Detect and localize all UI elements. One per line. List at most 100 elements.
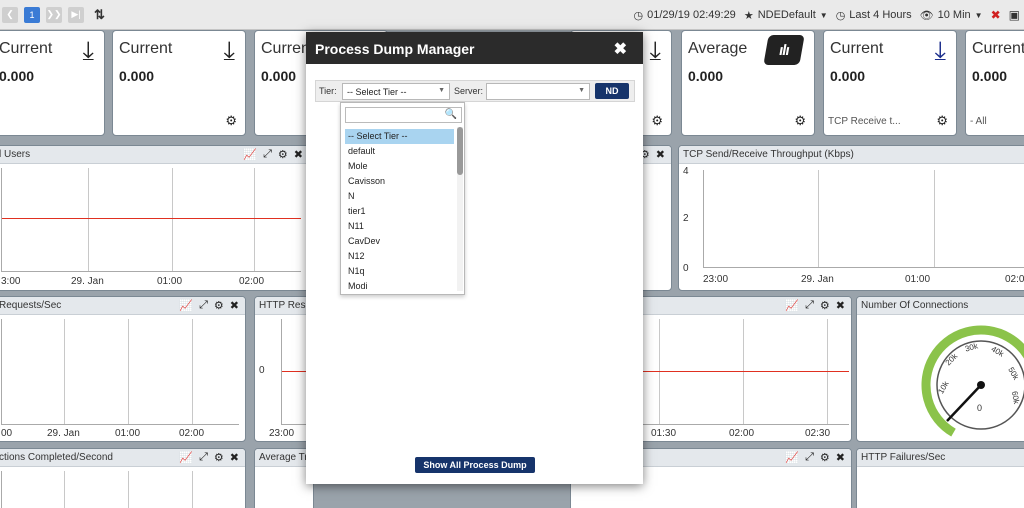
gear-icon[interactable]: ⚙ [214, 299, 224, 312]
x-tick: 29. Jan [47, 428, 80, 439]
nd-button[interactable]: ND [595, 83, 629, 99]
top-toolbar: ❮ 1 ❯❯ ▶| ⇅ ◷ 01/29/19 02:49:29 ★ NDEDefau… [0, 0, 1024, 30]
toolbar-left: ❮ 1 ❯❯ ▶| ⇅ [0, 6, 105, 23]
duration-selector[interactable]: ◷ Last 4 Hours [836, 9, 912, 22]
metric-subtitle: TCP Receive t... [828, 116, 901, 127]
chart-icon[interactable]: 📈 [243, 148, 257, 161]
tier-dropdown: 🔍 -- Select Tier -- default Mole Cavisso… [340, 102, 465, 295]
http-response-widget: HTTP Respo 0 23:00 [254, 296, 314, 442]
expand-icon[interactable]: ⤢ [199, 451, 208, 464]
tier-option[interactable]: CavDev [345, 234, 454, 249]
y-tick: 4 [683, 166, 689, 177]
tier-select[interactable]: -- Select Tier -- ▼ [342, 83, 450, 100]
tier-option[interactable]: N [345, 189, 454, 204]
metric-label: Current [119, 40, 173, 57]
process-dump-dialog: Process Dump Manager ✖ Tier: -- Select T… [306, 32, 643, 484]
scrollbar-thumb[interactable] [457, 127, 463, 175]
dropdown-scrollbar[interactable] [457, 127, 463, 291]
tier-option[interactable]: N11 [345, 219, 454, 234]
expand-icon[interactable]: ⤢ [199, 299, 208, 312]
chart-icon[interactable]: 📈 [785, 299, 799, 312]
tier-select-value: -- Select Tier -- [347, 87, 407, 97]
tier-option[interactable]: N12 [345, 249, 454, 264]
close-icon[interactable]: ✖ [230, 299, 239, 312]
close-icon[interactable]: ✖ [836, 451, 845, 464]
layout-icon[interactable]: ▣ [1009, 8, 1020, 22]
sort-icon[interactable]: ⇅ [94, 7, 105, 23]
metric-value: 0.000 [119, 68, 155, 84]
close-icon[interactable]: ✖ [836, 299, 845, 312]
x-tick: 01:00 [905, 274, 931, 285]
average-widget: Average Tra [254, 448, 314, 508]
star-icon: ★ [743, 9, 754, 22]
gear-icon[interactable]: ⚙ [278, 148, 288, 161]
caret-down-icon: ▼ [974, 10, 983, 20]
close-icon[interactable]: ✖ [230, 451, 239, 464]
download-icon: ⤓ [934, 35, 947, 65]
close-icon[interactable]: ✖ [294, 148, 303, 161]
tier-label: Tier: [319, 86, 337, 96]
server-select[interactable]: ▼ [486, 83, 590, 100]
tier-option[interactable]: tier1 [345, 204, 454, 219]
gear-icon[interactable]: ⚙ [651, 113, 663, 129]
tier-option[interactable]: Mole [345, 159, 454, 174]
gauge-chart [921, 325, 1024, 441]
gear-icon[interactable]: ⚙ [794, 113, 806, 129]
grid-line [934, 170, 935, 267]
requests-widget: Requests/Sec 📈 ⤢ ⚙ ✖ 00 29. Jan 01:00 02:00 [0, 296, 246, 442]
tier-option[interactable]: Modi [345, 279, 454, 294]
x-tick: 02:00 [179, 428, 205, 439]
x-tick: 02:00 [1005, 274, 1024, 285]
view-interval-selector[interactable]: 👁 10 Min ▼ [920, 9, 983, 22]
favorite-selector[interactable]: ★ NDEDefault ▼ [744, 9, 828, 22]
widget-header: Number Of Connections [857, 297, 1024, 315]
next-page-icon[interactable]: ❯❯ [46, 6, 62, 23]
close-icon[interactable]: ✖ [656, 148, 665, 161]
datetime-display: ◷ 01/29/19 02:49:29 [634, 9, 736, 22]
gear-icon[interactable]: ⚙ [820, 299, 830, 312]
y-tick: 0 [259, 365, 265, 376]
prev-page-icon[interactable]: ❮ [2, 6, 18, 23]
x-tick: 01:00 [157, 276, 183, 287]
chart-bars-icon: ılı [763, 35, 805, 65]
expand-icon[interactable]: ⤢ [263, 148, 272, 161]
show-all-process-dump-button[interactable]: Show All Process Dump [415, 457, 535, 473]
last-page-icon[interactable]: ▶| [68, 6, 84, 23]
caret-down-icon: ▼ [819, 10, 828, 20]
grid-line [818, 170, 819, 267]
x-tick: 23:00 [703, 274, 729, 285]
dialog-header: Process Dump Manager ✖ [306, 32, 643, 64]
toolbar-right: ◷ 01/29/19 02:49:29 ★ NDEDefault ▼ ◷ Last 4 … [634, 0, 1021, 30]
tier-option[interactable]: default [345, 144, 454, 159]
plot-area [1, 471, 239, 508]
page-number-badge[interactable]: 1 [24, 6, 40, 23]
tier-option[interactable]: N1q [345, 264, 454, 279]
tier-option[interactable]: Cavisson [345, 174, 454, 189]
tier-search-input[interactable]: 🔍 [345, 107, 462, 123]
metric-label: Average [688, 40, 748, 57]
pin-icon[interactable]: ✖ [991, 8, 1001, 22]
gear-icon[interactable]: ⚙ [214, 451, 224, 464]
duration-text: Last 4 Hours [849, 9, 912, 21]
expand-icon[interactable]: ⤢ [805, 299, 814, 312]
widget-header: HTTP Respo [255, 297, 313, 315]
chart-icon[interactable]: 📈 [785, 451, 799, 464]
widget-title: HTTP Failures/Sec [861, 452, 946, 463]
grid-line [192, 319, 193, 424]
gear-icon[interactable]: ⚙ [820, 451, 830, 464]
widget-header: ctions Completed/Second 📈 ⤢ ⚙ ✖ [0, 449, 245, 467]
tier-option[interactable]: -- Select Tier -- [345, 129, 454, 144]
close-icon[interactable]: ✖ [614, 39, 627, 59]
plot-area [1, 168, 301, 272]
expand-icon[interactable]: ⤢ [805, 451, 814, 464]
chart-icon[interactable]: 📈 [179, 451, 193, 464]
caret-down-icon: ▼ [578, 87, 585, 94]
widget-actions: 📈 ⤢ ⚙ ✖ [785, 299, 845, 312]
dialog-title: Process Dump Manager [315, 41, 475, 57]
gear-icon[interactable]: ⚙ [225, 113, 237, 129]
widget-title: ctions Completed/Second [0, 452, 113, 463]
widget-actions: 📈 ⤢ ⚙ ✖ [243, 148, 303, 161]
gear-icon[interactable]: ⚙ [936, 113, 948, 129]
widget-actions: ⚙ ✖ [639, 148, 665, 161]
chart-icon[interactable]: 📈 [179, 299, 193, 312]
